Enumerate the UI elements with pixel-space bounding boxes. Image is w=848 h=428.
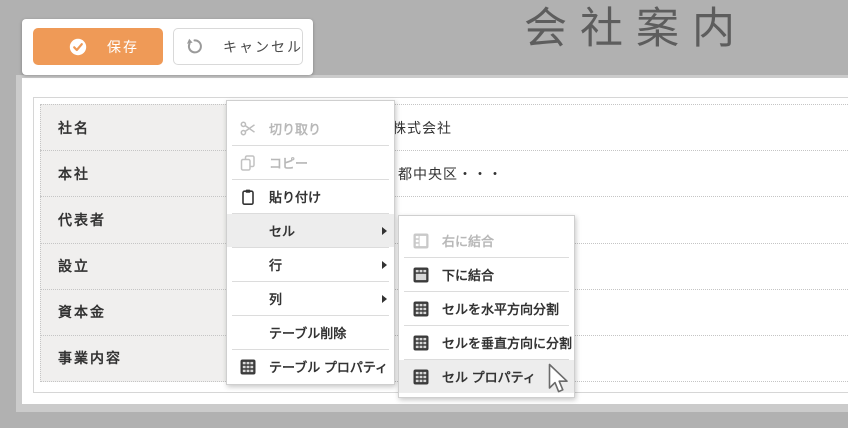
- menu-item-delete-table[interactable]: テーブル削除: [227, 316, 394, 349]
- menu-item-label: 行: [269, 255, 282, 274]
- table-properties-icon: [239, 359, 257, 375]
- menu-item-label: セル プロパティ: [442, 367, 536, 386]
- menu-item-cut[interactable]: 切り取り: [227, 112, 394, 145]
- table-merge-right-icon: [412, 233, 429, 249]
- menu-item-label: セル: [269, 221, 295, 240]
- undo-icon: [185, 38, 203, 55]
- row-header: 設立: [40, 256, 240, 276]
- menu-item-label: テーブル プロパティ: [269, 357, 388, 376]
- table-merge-down-icon: [412, 267, 429, 283]
- row-content: 株式会社: [392, 118, 452, 138]
- row-content: 都中央区・・・: [398, 164, 503, 184]
- menu-item-cell[interactable]: セル: [227, 214, 394, 247]
- menu-item-label: 下に結合: [442, 265, 494, 284]
- menu-item-row[interactable]: 行: [227, 248, 394, 281]
- menu-item-label: コピー: [269, 153, 308, 172]
- mouse-cursor-icon: [548, 363, 571, 401]
- submenu-arrow-icon: [382, 227, 387, 235]
- menu-item-label: テーブル削除: [269, 323, 346, 342]
- scissors-icon: [239, 120, 257, 137]
- submenu-arrow-icon: [382, 261, 387, 269]
- menu-item-label: セルを水平方向分割: [442, 299, 559, 318]
- table-split-vertical-icon: [412, 335, 429, 351]
- save-button-label: 保存: [107, 37, 139, 57]
- editor-screen: 会社案内 社名 株式会社 本社 都中央区・・・ 代表者 設立 資本金: [0, 0, 848, 428]
- row-header: 資本金: [40, 302, 240, 322]
- menu-item-split-cell-vertical[interactable]: セルを垂直方向に分割: [399, 326, 574, 359]
- row-header: 代表者: [40, 210, 240, 230]
- cancel-button-label: キャンセル: [223, 37, 303, 57]
- table-context-menu: 切り取り コピー 貼り付け セル 行: [226, 100, 395, 385]
- table-row[interactable]: 社名 株式会社: [40, 105, 848, 151]
- cancel-button[interactable]: キャンセル: [173, 28, 303, 65]
- table-row[interactable]: 本社 都中央区・・・: [40, 151, 848, 197]
- menu-item-label: 切り取り: [269, 119, 321, 138]
- menu-item-label: 列: [269, 289, 282, 308]
- row-header: 社名: [40, 118, 240, 138]
- menu-item-label: セルを垂直方向に分割: [442, 333, 572, 352]
- menu-item-split-cell-horizontal[interactable]: セルを水平方向分割: [399, 292, 574, 325]
- menu-item-copy[interactable]: コピー: [227, 146, 394, 179]
- paste-icon: [239, 189, 257, 205]
- menu-item-label: 貼り付け: [269, 187, 321, 206]
- menu-item-label: 右に結合: [442, 231, 494, 250]
- menu-item-merge-right[interactable]: 右に結合: [399, 224, 574, 257]
- menu-item-column[interactable]: 列: [227, 282, 394, 315]
- copy-icon: [239, 155, 257, 171]
- menu-item-paste[interactable]: 貼り付け: [227, 180, 394, 213]
- check-circle-icon: [69, 38, 87, 56]
- table-cell-properties-icon: [412, 369, 429, 385]
- floating-toolbar: 保存 キャンセル: [22, 19, 313, 75]
- row-header: 本社: [40, 164, 240, 184]
- menu-item-table-properties[interactable]: テーブル プロパティ: [227, 350, 394, 383]
- table-split-horizontal-icon: [412, 301, 429, 317]
- row-header: 事業内容: [40, 348, 240, 368]
- submenu-arrow-icon: [382, 295, 387, 303]
- save-button[interactable]: 保存: [33, 28, 163, 65]
- menu-item-merge-down[interactable]: 下に結合: [399, 258, 574, 291]
- page-title: 会社案内: [524, 0, 748, 56]
